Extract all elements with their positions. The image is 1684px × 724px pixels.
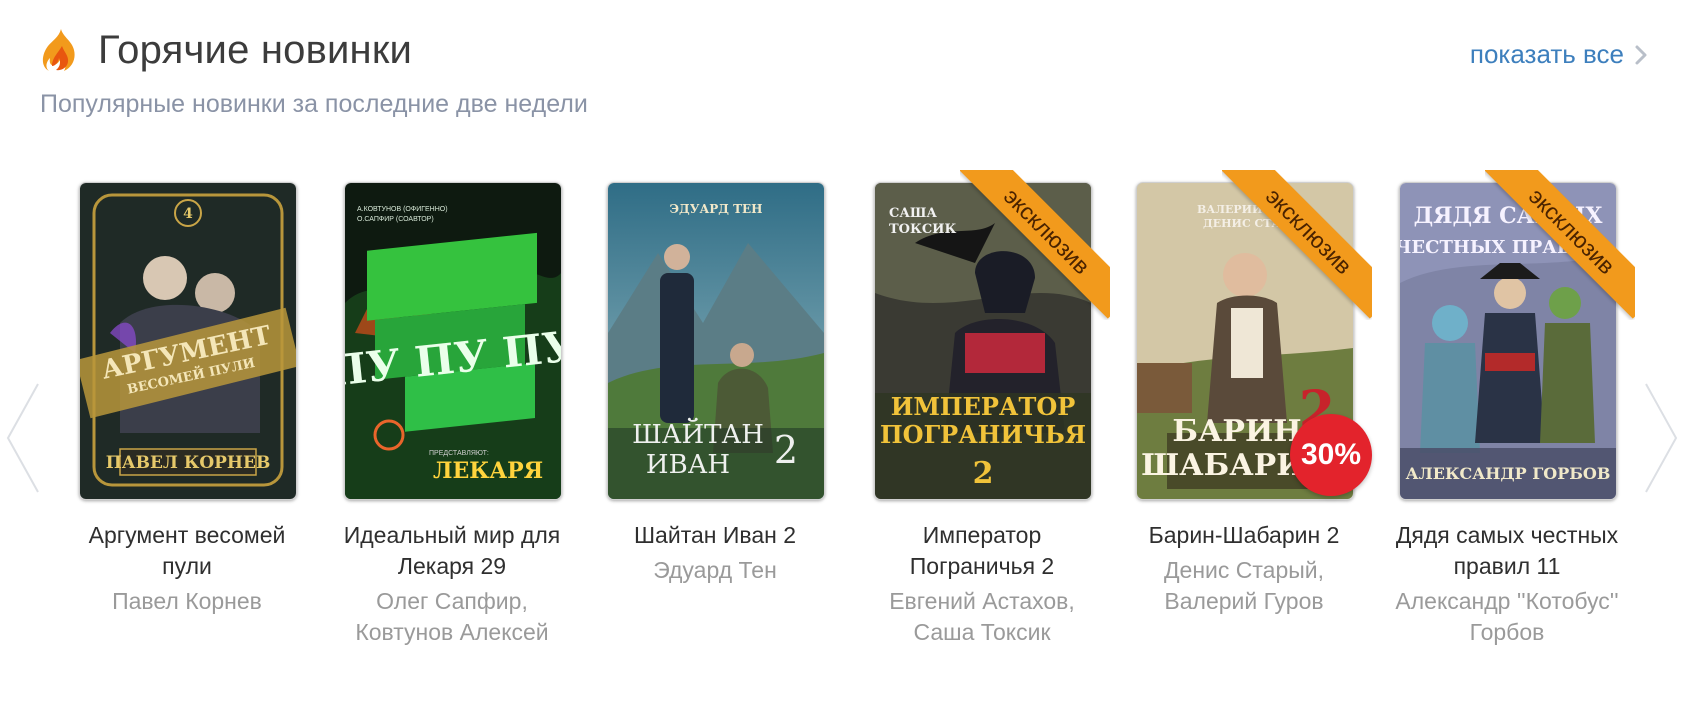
book-authors[interactable]: Денис Старый, Валерий Гуров [1124, 555, 1364, 617]
exclusive-label: эксклюзив [960, 170, 1110, 319]
cover-text: САША [889, 206, 937, 221]
book-cover[interactable]: ЭДУАРД ТЕН ШАЙТАН ИВАН 2 [607, 182, 825, 500]
cover-text: 2 [774, 428, 798, 472]
book-authors[interactable]: Евгений Астахов, Саша Токсик [862, 586, 1102, 648]
cover-text: ПАВЕЛ КОРНЕВ [106, 453, 271, 473]
book-title[interactable]: Шайтан Иван 2 [595, 520, 835, 551]
book-meta: Аргумент весомей пули Павел Корнев [67, 520, 307, 617]
cover-text: ИВАН [646, 450, 730, 480]
book-cover[interactable]: А.КОВТУНОВ (ОФИГЕННО) О.САПФИР (СОАВТОР)… [344, 182, 562, 500]
cover-text: ПОГРАНИЧЬЯ [880, 420, 1086, 449]
cover-text: ЭДУАРД ТЕН [669, 202, 762, 216]
exclusive-ribbon: эксклюзив [1222, 170, 1372, 320]
exclusive-label: эксклюзив [1485, 170, 1635, 319]
book-title[interactable]: Идеальный мир для Лекаря 29 [332, 520, 572, 582]
cover-text: ШАЙТАН [632, 418, 764, 450]
discount-badge: 30% [1290, 414, 1372, 496]
cover-text: О.САПФИР (СОАВТОР) [357, 216, 434, 223]
book-title[interactable]: Император Пограничья 2 [862, 520, 1102, 582]
book-meta: Шайтан Иван 2 Эдуард Тен [595, 520, 835, 586]
book-title[interactable]: Дядя самых честных правил 11 [1387, 520, 1627, 582]
cover-text: АЛЕКСАНДР ГОРБОВ [1406, 464, 1611, 483]
book-meta: Император Пограничья 2 Евгений Астахов, … [862, 520, 1102, 648]
exclusive-ribbon: эксклюзив [960, 170, 1110, 320]
cover-text: БАРИН [1172, 414, 1301, 449]
cover-text: ТОКСИК [889, 222, 956, 237]
book-cover[interactable]: 4 АРГУМЕНТ ВЕСОМЕЙ ПУЛИ ПАВЕЛ КОРНЕВ [79, 182, 297, 500]
book-title[interactable]: Барин-Шабарин 2 [1124, 520, 1364, 551]
cover-text: ПРЕДСТАВЛЯЮТ: [429, 450, 489, 457]
cover-text: 4 [183, 206, 193, 222]
exclusive-ribbon: эксклюзив [1485, 170, 1635, 320]
cover-text: ИМПЕРАТОР [891, 392, 1076, 421]
cover-text: ЛЕКАРЯ [433, 458, 543, 484]
book-authors[interactable]: Павел Корнев [67, 586, 307, 617]
exclusive-label: эксклюзив [1222, 170, 1372, 319]
book-meta: Дядя самых честных правил 11 Александр '… [1387, 520, 1627, 648]
book-authors[interactable]: Эдуард Тен [595, 555, 835, 586]
cover-text: ПУ ПУ ПУ [345, 321, 561, 396]
book-title[interactable]: Аргумент весомей пули [67, 520, 307, 582]
book-authors[interactable]: Александр ''Котобус'' Горбов [1387, 586, 1627, 648]
cover-text: А.КОВТУНОВ (ОФИГЕННО) [357, 206, 448, 213]
book-carousel: 4 АРГУМЕНТ ВЕСОМЕЙ ПУЛИ ПАВЕЛ КОРНЕВ Арг… [0, 0, 1684, 724]
book-authors[interactable]: Олег Сапфир, Ковтунов Алексей [332, 586, 572, 648]
cover-text: 2 [973, 456, 994, 491]
book-meta: Барин-Шабарин 2 Денис Старый, Валерий Гу… [1124, 520, 1364, 617]
book-meta: Идеальный мир для Лекаря 29 Олег Сапфир,… [332, 520, 572, 648]
